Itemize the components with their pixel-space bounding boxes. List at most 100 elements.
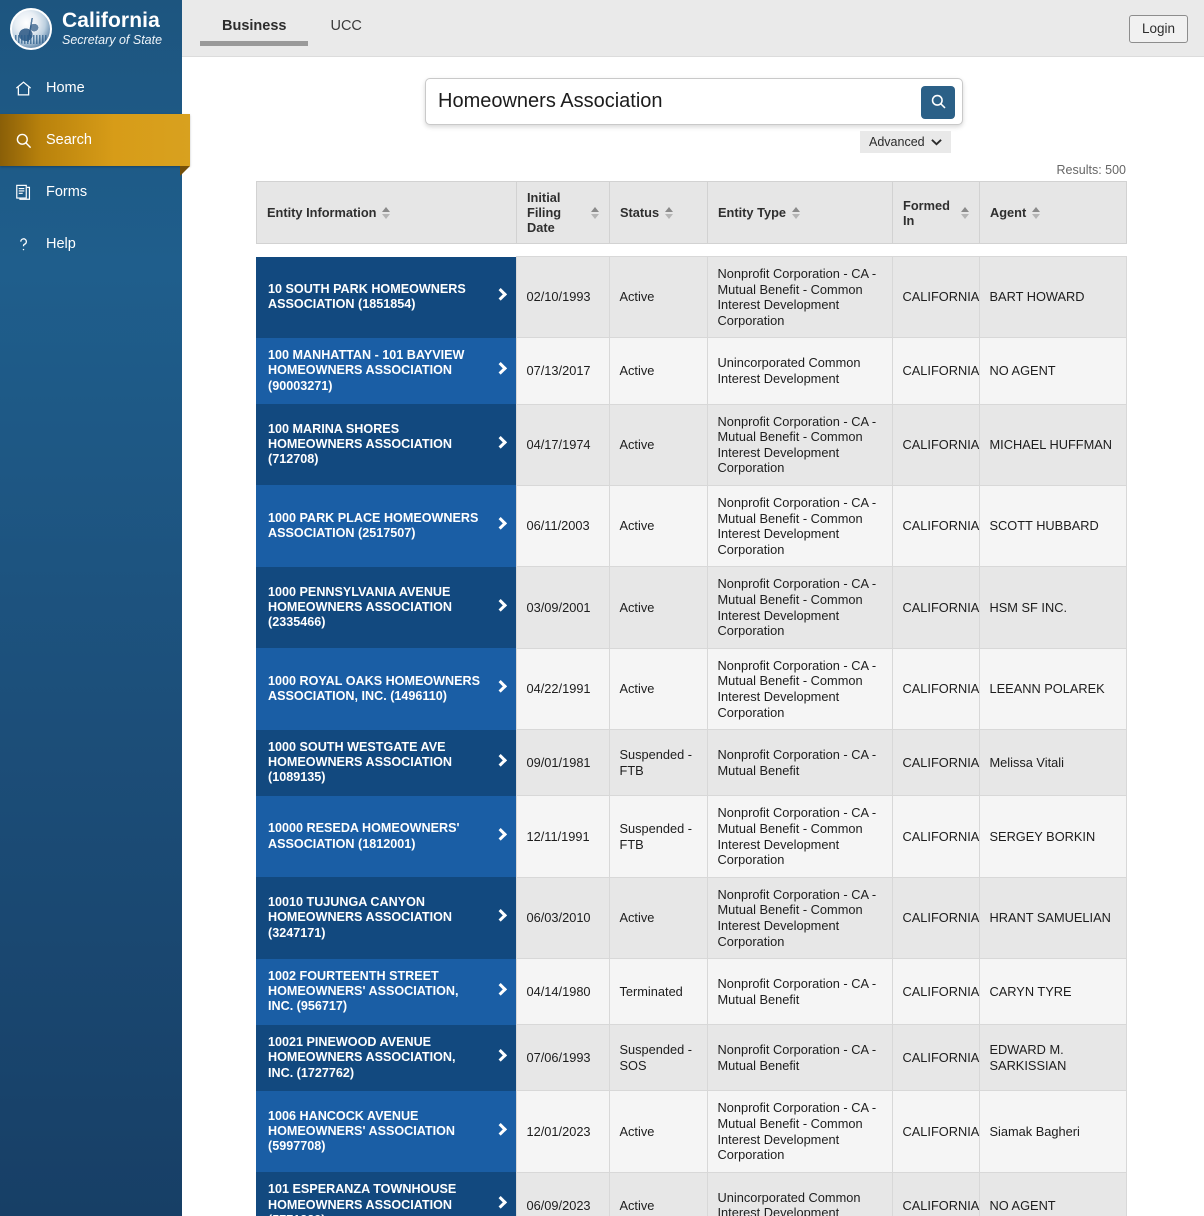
entity-name-cell[interactable]: 101 ESPERANZA TOWNHOUSE HOMEOWNERS ASSOC…	[256, 1172, 516, 1216]
sidebar-item-help[interactable]: Help	[0, 218, 182, 270]
entity-type-cell: Nonprofit Corporation - CA - Mutual Bene…	[706, 566, 893, 649]
status-cell: Suspended - FTB	[608, 729, 708, 797]
chevron-right-icon[interactable]	[493, 680, 507, 693]
search-submit-button[interactable]	[921, 86, 955, 119]
entity-name-cell[interactable]: 100 MARINA SHORES HOMEOWNERS ASSOCIATION…	[256, 404, 516, 486]
entity-name-label: 10021 PINEWOOD AVENUE HOMEOWNERS ASSOCIA…	[268, 1034, 456, 1080]
status-cell: Active	[608, 647, 708, 731]
entity-name-label: 1000 PENNSYLVANIA AVENUE HOMEOWNERS ASSO…	[268, 584, 453, 630]
table-header-row: Entity Information Initial Filing Date S…	[256, 181, 1127, 244]
table-row: 1000 PENNSYLVANIA AVENUE HOMEOWNERS ASSO…	[256, 566, 1127, 649]
agent-cell: CARYN TYRE	[978, 958, 1127, 1026]
status-cell: Suspended - SOS	[608, 1024, 708, 1092]
column-header-entity[interactable]: Entity Information	[256, 181, 517, 244]
entity-name-cell[interactable]: 1000 PARK PLACE HOMEOWNERS ASSOCIATION (…	[256, 485, 516, 567]
entity-type-cell: Nonprofit Corporation - CA - Mutual Bene…	[706, 876, 893, 960]
filing-date-cell: 07/13/2017	[515, 337, 610, 405]
sidebar-item-forms[interactable]: Forms	[0, 166, 182, 218]
column-header-date[interactable]: Initial Filing Date	[516, 181, 610, 244]
sort-icon[interactable]	[961, 206, 969, 219]
chevron-right-icon[interactable]	[493, 1048, 507, 1062]
sidebar: California Secretary of State Home Searc…	[0, 0, 190, 1216]
tab-ucc[interactable]: UCC	[308, 18, 383, 46]
filing-date-cell: 07/06/1993	[515, 1024, 610, 1092]
entity-name-cell[interactable]: 100 MANHATTAN - 101 BAYVIEW HOMEOWNERS A…	[256, 337, 516, 405]
table-row: 1000 PARK PLACE HOMEOWNERS ASSOCIATION (…	[256, 484, 1127, 568]
entity-name-cell[interactable]: 1000 SOUTH WESTGATE AVE HOMEOWNERS ASSOC…	[256, 729, 516, 796]
entity-type-cell: Nonprofit Corporation - CA - Mutual Bene…	[706, 403, 893, 486]
brand-subtitle: Secretary of State	[62, 33, 163, 48]
chevron-right-icon[interactable]	[493, 1196, 507, 1210]
chevron-right-icon[interactable]	[493, 827, 507, 841]
agent-cell: EDWARD M. SARKISSIAN	[978, 1024, 1127, 1092]
entity-type-cell: Nonprofit Corporation - CA - Mutual Bene…	[706, 1024, 893, 1092]
chevron-right-icon[interactable]	[493, 598, 507, 612]
agent-cell: NO AGENT	[978, 337, 1127, 405]
table-row: 10000 RESEDA HOMEOWNERS' ASSOCIATION (18…	[256, 795, 1127, 878]
table-row: 101 ESPERANZA TOWNHOUSE HOMEOWNERS ASSOC…	[256, 1171, 1127, 1216]
chevron-right-icon[interactable]	[493, 435, 507, 449]
column-label: Formed In	[903, 197, 950, 228]
formed-in-cell: CALIFORNIA	[891, 958, 980, 1026]
help-icon	[14, 235, 40, 254]
entity-name-cell[interactable]: 1002 FOURTEENTH STREET HOMEOWNERS' ASSOC…	[256, 958, 516, 1025]
agent-cell: NO AGENT	[978, 1171, 1127, 1216]
formed-in-cell: CALIFORNIA	[891, 566, 980, 649]
column-header-type[interactable]: Entity Type	[707, 181, 893, 244]
sidebar-item-label: Forms	[46, 184, 88, 200]
entity-name-label: 100 MARINA SHORES HOMEOWNERS ASSOCIATION…	[268, 421, 453, 467]
entity-name-cell[interactable]: 1000 ROYAL OAKS HOMEOWNERS ASSOCIATION, …	[256, 648, 516, 730]
column-header-status[interactable]: Status	[609, 181, 708, 244]
sort-icon[interactable]	[792, 206, 801, 219]
entity-name-cell[interactable]: 10021 PINEWOOD AVENUE HOMEOWNERS ASSOCIA…	[256, 1024, 516, 1091]
formed-in-cell: CALIFORNIA	[891, 1090, 980, 1173]
entity-type-cell: Nonprofit Corporation - CA - Mutual Bene…	[706, 1090, 893, 1173]
tab-business[interactable]: Business	[200, 18, 309, 46]
login-button[interactable]: Login	[1128, 15, 1188, 43]
entity-name-label: 1002 FOURTEENTH STREET HOMEOWNERS' ASSOC…	[268, 968, 459, 1014]
entity-name-cell[interactable]: 10010 TUJUNGA CANYON HOMEOWNERS ASSOCIAT…	[256, 877, 516, 959]
chevron-right-icon[interactable]	[493, 982, 507, 996]
search-area: Advanced	[425, 78, 963, 153]
brand: California Secretary of State	[0, 0, 182, 58]
column-header-formed[interactable]: Formed In	[892, 181, 980, 244]
sidebar-item-search[interactable]: Search	[0, 114, 190, 176]
status-cell: Active	[608, 876, 708, 960]
search-input[interactable]	[438, 79, 908, 124]
home-icon	[14, 79, 40, 98]
chevron-right-icon[interactable]	[493, 753, 507, 767]
chevron-right-icon[interactable]	[493, 288, 507, 301]
chevron-right-icon[interactable]	[493, 361, 507, 375]
entity-name-cell[interactable]: 1006 HANCOCK AVENUE HOMEOWNERS' ASSOCIAT…	[256, 1090, 516, 1173]
entity-type-cell: Nonprofit Corporation - CA - Mutual Bene…	[706, 958, 893, 1026]
chevron-right-icon[interactable]	[493, 1122, 507, 1136]
entity-name-label: 1000 ROYAL OAKS HOMEOWNERS ASSOCIATION, …	[268, 673, 481, 704]
results-table-header: Entity Information Initial Filing Date S…	[256, 181, 1127, 244]
entity-name-cell[interactable]: 1000 PENNSYLVANIA AVENUE HOMEOWNERS ASSO…	[256, 566, 516, 649]
sort-icon[interactable]	[382, 206, 391, 219]
status-cell: Active	[608, 403, 708, 486]
sort-icon[interactable]	[591, 206, 599, 219]
sort-icon[interactable]	[1032, 206, 1041, 219]
entity-type-cell: Nonprofit Corporation - CA - Mutual Bene…	[706, 255, 893, 339]
filing-date-cell: 06/09/2023	[515, 1171, 610, 1216]
agent-cell: SCOTT HUBBARD	[978, 484, 1127, 568]
entity-type-cell: Nonprofit Corporation - CA - Mutual Bene…	[706, 647, 893, 731]
sidebar-item-home[interactable]: Home	[0, 62, 182, 114]
entity-name-cell[interactable]: 10000 RESEDA HOMEOWNERS' ASSOCIATION (18…	[256, 795, 516, 878]
sort-icon[interactable]	[665, 206, 674, 219]
column-header-agent[interactable]: Agent	[979, 181, 1127, 244]
entity-type-cell: Nonprofit Corporation - CA - Mutual Bene…	[706, 795, 893, 878]
formed-in-cell: CALIFORNIA	[891, 255, 980, 339]
agent-cell: MICHAEL HUFFMAN	[978, 403, 1127, 486]
chevron-right-icon[interactable]	[493, 517, 507, 530]
entity-name-cell[interactable]: 10 SOUTH PARK HOMEOWNERS ASSOCIATION (18…	[256, 256, 516, 338]
chevron-right-icon[interactable]	[493, 908, 507, 922]
entity-name-label: 1006 HANCOCK AVENUE HOMEOWNERS' ASSOCIAT…	[268, 1108, 456, 1154]
formed-in-cell: CALIFORNIA	[891, 403, 980, 486]
formed-in-cell: CALIFORNIA	[891, 876, 980, 960]
advanced-toggle-button[interactable]: Advanced	[860, 131, 951, 153]
table-row: 10021 PINEWOOD AVENUE HOMEOWNERS ASSOCIA…	[256, 1024, 1127, 1092]
filing-date-cell: 04/22/1991	[515, 647, 610, 731]
formed-in-cell: CALIFORNIA	[891, 337, 980, 405]
